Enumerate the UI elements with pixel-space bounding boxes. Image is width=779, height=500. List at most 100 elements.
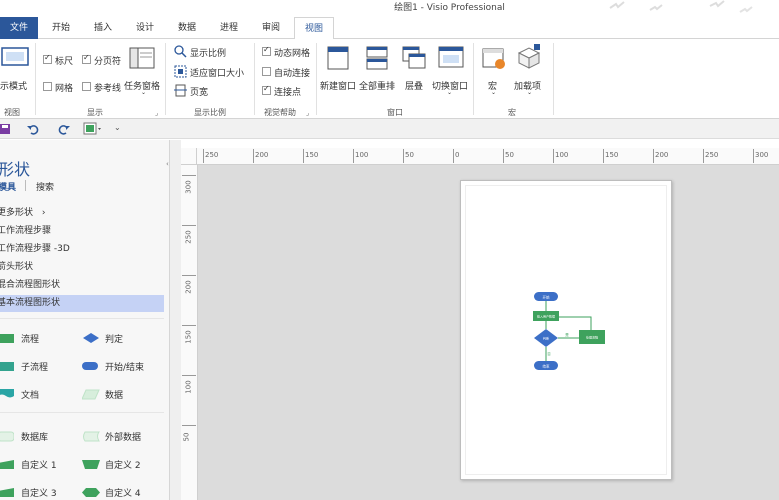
arrange-all-icon <box>366 46 388 70</box>
shape-data[interactable]: 数据 <box>82 386 162 404</box>
shape-start-end[interactable]: 开始/结束 <box>82 358 162 376</box>
shape-label: 自定义 3 <box>21 489 57 499</box>
ruler-checkbox[interactable] <box>43 53 52 64</box>
tab-search[interactable]: 搜索 <box>36 180 54 193</box>
tab-home[interactable]: 开始 <box>42 17 80 39</box>
tab-stencils[interactable]: 模具 <box>0 180 16 193</box>
guides-checkbox[interactable] <box>82 82 91 91</box>
stencil-more-shapes[interactable]: 更多形状 › <box>0 205 164 222</box>
shape-custom-4[interactable]: 自定义 4 <box>82 484 162 500</box>
ruler-corner <box>181 148 197 165</box>
shape-custom-2[interactable]: 自定义 2 <box>82 456 162 474</box>
stencil-label: 工作流程步骤 <box>0 226 52 236</box>
ruler-tick <box>403 149 404 163</box>
new-window-button[interactable]: 新建窗口 <box>320 79 356 92</box>
shape-document[interactable]: 文档 <box>0 386 80 404</box>
data-shape-icon <box>82 389 100 400</box>
zoom-button[interactable]: 显示比例 <box>190 46 226 59</box>
new-window-icon <box>327 46 349 70</box>
guides-label: 参考线 <box>94 84 122 94</box>
ruler-label: 200 <box>184 280 193 294</box>
connector-process-step[interactable] <box>558 316 592 330</box>
group-label-show: 显示 <box>87 108 103 117</box>
horizontal-ruler[interactable]: 250 200 150 100 50 0 50 100 150 200 250 300 <box>197 148 779 165</box>
ruler-label: 0 <box>455 151 460 159</box>
shape-custom-1[interactable]: 自定义 1 <box>0 456 80 474</box>
fit-window-icon <box>174 65 187 78</box>
drawing-canvas[interactable]: 开始 输入用户数据 判断 是 否 处理流程 结束 <box>198 165 779 500</box>
autoconnect-checkbox[interactable] <box>262 67 271 76</box>
presentation-mode-button[interactable] <box>0 45 30 69</box>
pane-tab-divider <box>25 180 26 191</box>
vertical-ruler[interactable]: 300 250 200 150 100 50 <box>181 165 198 500</box>
stencil-workflow-steps-3d[interactable]: 工作流程步骤 -3D <box>0 241 164 258</box>
switch-windows-icon <box>438 46 464 68</box>
shape-label: 子流程 <box>21 363 49 373</box>
ruler-label: 100 <box>355 151 369 159</box>
connection-points-checkbox[interactable] <box>262 84 271 95</box>
input-process-box[interactable]: 输入用户数据 <box>533 311 559 321</box>
grid-checkbox[interactable] <box>43 82 52 91</box>
shape-custom-3[interactable]: 自定义 3 <box>0 484 80 500</box>
ribbon-divider <box>254 43 255 115</box>
custom4-shape-icon <box>82 488 100 497</box>
subprocess-shape-icon <box>0 362 14 371</box>
start-label: 开始 <box>543 295 551 300</box>
page-width-button[interactable]: 页宽 <box>190 85 208 98</box>
tab-data[interactable]: 数据 <box>168 17 206 39</box>
arrange-all-button[interactable]: 全部重排 <box>359 79 395 92</box>
shape-label: 自定义 1 <box>21 461 57 471</box>
cascade-button[interactable]: 层叠 <box>405 79 423 92</box>
decision-diamond[interactable]: 判断 <box>534 329 558 347</box>
redo-icon[interactable] <box>56 123 70 135</box>
ruler-label: 标尺 <box>55 57 74 67</box>
stencil-basic-flowchart[interactable]: 基本流程图形状 <box>0 295 164 312</box>
addins-icon <box>517 44 541 69</box>
decision-label: 判断 <box>543 336 549 341</box>
ruler-tick <box>203 149 204 163</box>
shape-process[interactable]: 流程 <box>0 330 80 348</box>
shape-subprocess[interactable]: 子流程 <box>0 358 80 376</box>
dynamic-grid-checkbox[interactable] <box>262 45 271 56</box>
macros-icon <box>482 48 505 69</box>
shape-label: 自定义 2 <box>105 461 141 471</box>
tab-insert[interactable]: 插入 <box>84 17 122 39</box>
document-shape-icon <box>0 389 14 398</box>
custom2-shape-icon <box>82 460 100 469</box>
ruler-label: 50 <box>182 432 191 442</box>
drawing-page[interactable]: 开始 输入用户数据 判断 是 否 处理流程 结束 <box>460 180 672 480</box>
tab-file[interactable]: 文件 <box>0 17 38 39</box>
pagebreak-checkbox[interactable] <box>82 53 91 64</box>
tab-view[interactable]: 视图 <box>294 17 334 40</box>
tab-review[interactable]: 审阅 <box>252 17 290 39</box>
end-terminator[interactable]: 结束 <box>534 361 558 370</box>
group-launcher-icon[interactable]: ⌟ <box>306 109 309 117</box>
end-label: 结束 <box>543 364 551 369</box>
undo-icon[interactable] <box>27 123 41 135</box>
shape-label: 数据 <box>105 391 124 401</box>
customize-qat-icon[interactable]: ⌄ <box>114 123 121 132</box>
ruler-tick <box>603 149 604 163</box>
stencil-mixed-flowchart[interactable]: 混合流程图形状 <box>0 277 164 294</box>
custom3-shape-icon <box>0 488 14 497</box>
shape-fill-icon[interactable] <box>83 122 103 136</box>
shape-external-data[interactable]: 外部数据 <box>82 428 162 446</box>
task-panes-button[interactable] <box>127 45 157 71</box>
external-data-shape-icon <box>83 431 100 442</box>
fit-window-button[interactable]: 适应窗口大小 <box>190 66 244 79</box>
shape-database[interactable]: 数据库 <box>0 428 80 446</box>
process-label: 输入用户数据 <box>537 314 555 319</box>
tab-design[interactable]: 设计 <box>126 17 164 39</box>
tab-process[interactable]: 进程 <box>210 17 248 39</box>
shape-decision[interactable]: 判定 <box>82 330 162 348</box>
stencil-workflow-steps[interactable]: 工作流程步骤 <box>0 223 164 240</box>
group-launcher-icon[interactable]: ⌟ <box>155 109 158 117</box>
step-process-box[interactable]: 处理流程 <box>579 330 605 344</box>
start-terminator[interactable]: 开始 <box>534 292 558 301</box>
shape-label: 流程 <box>21 335 40 345</box>
pane-splitter[interactable] <box>170 140 181 500</box>
collapse-pane-icon[interactable]: ‹ <box>166 160 169 168</box>
save-icon[interactable] <box>0 123 12 135</box>
stencil-arrow-shapes[interactable]: 箭头形状 <box>0 259 164 276</box>
shapes-pane: 形状 ‹ 模具 搜索 更多形状 › 工作流程步骤 工作流程步骤 -3D 箭头形状… <box>0 140 170 500</box>
